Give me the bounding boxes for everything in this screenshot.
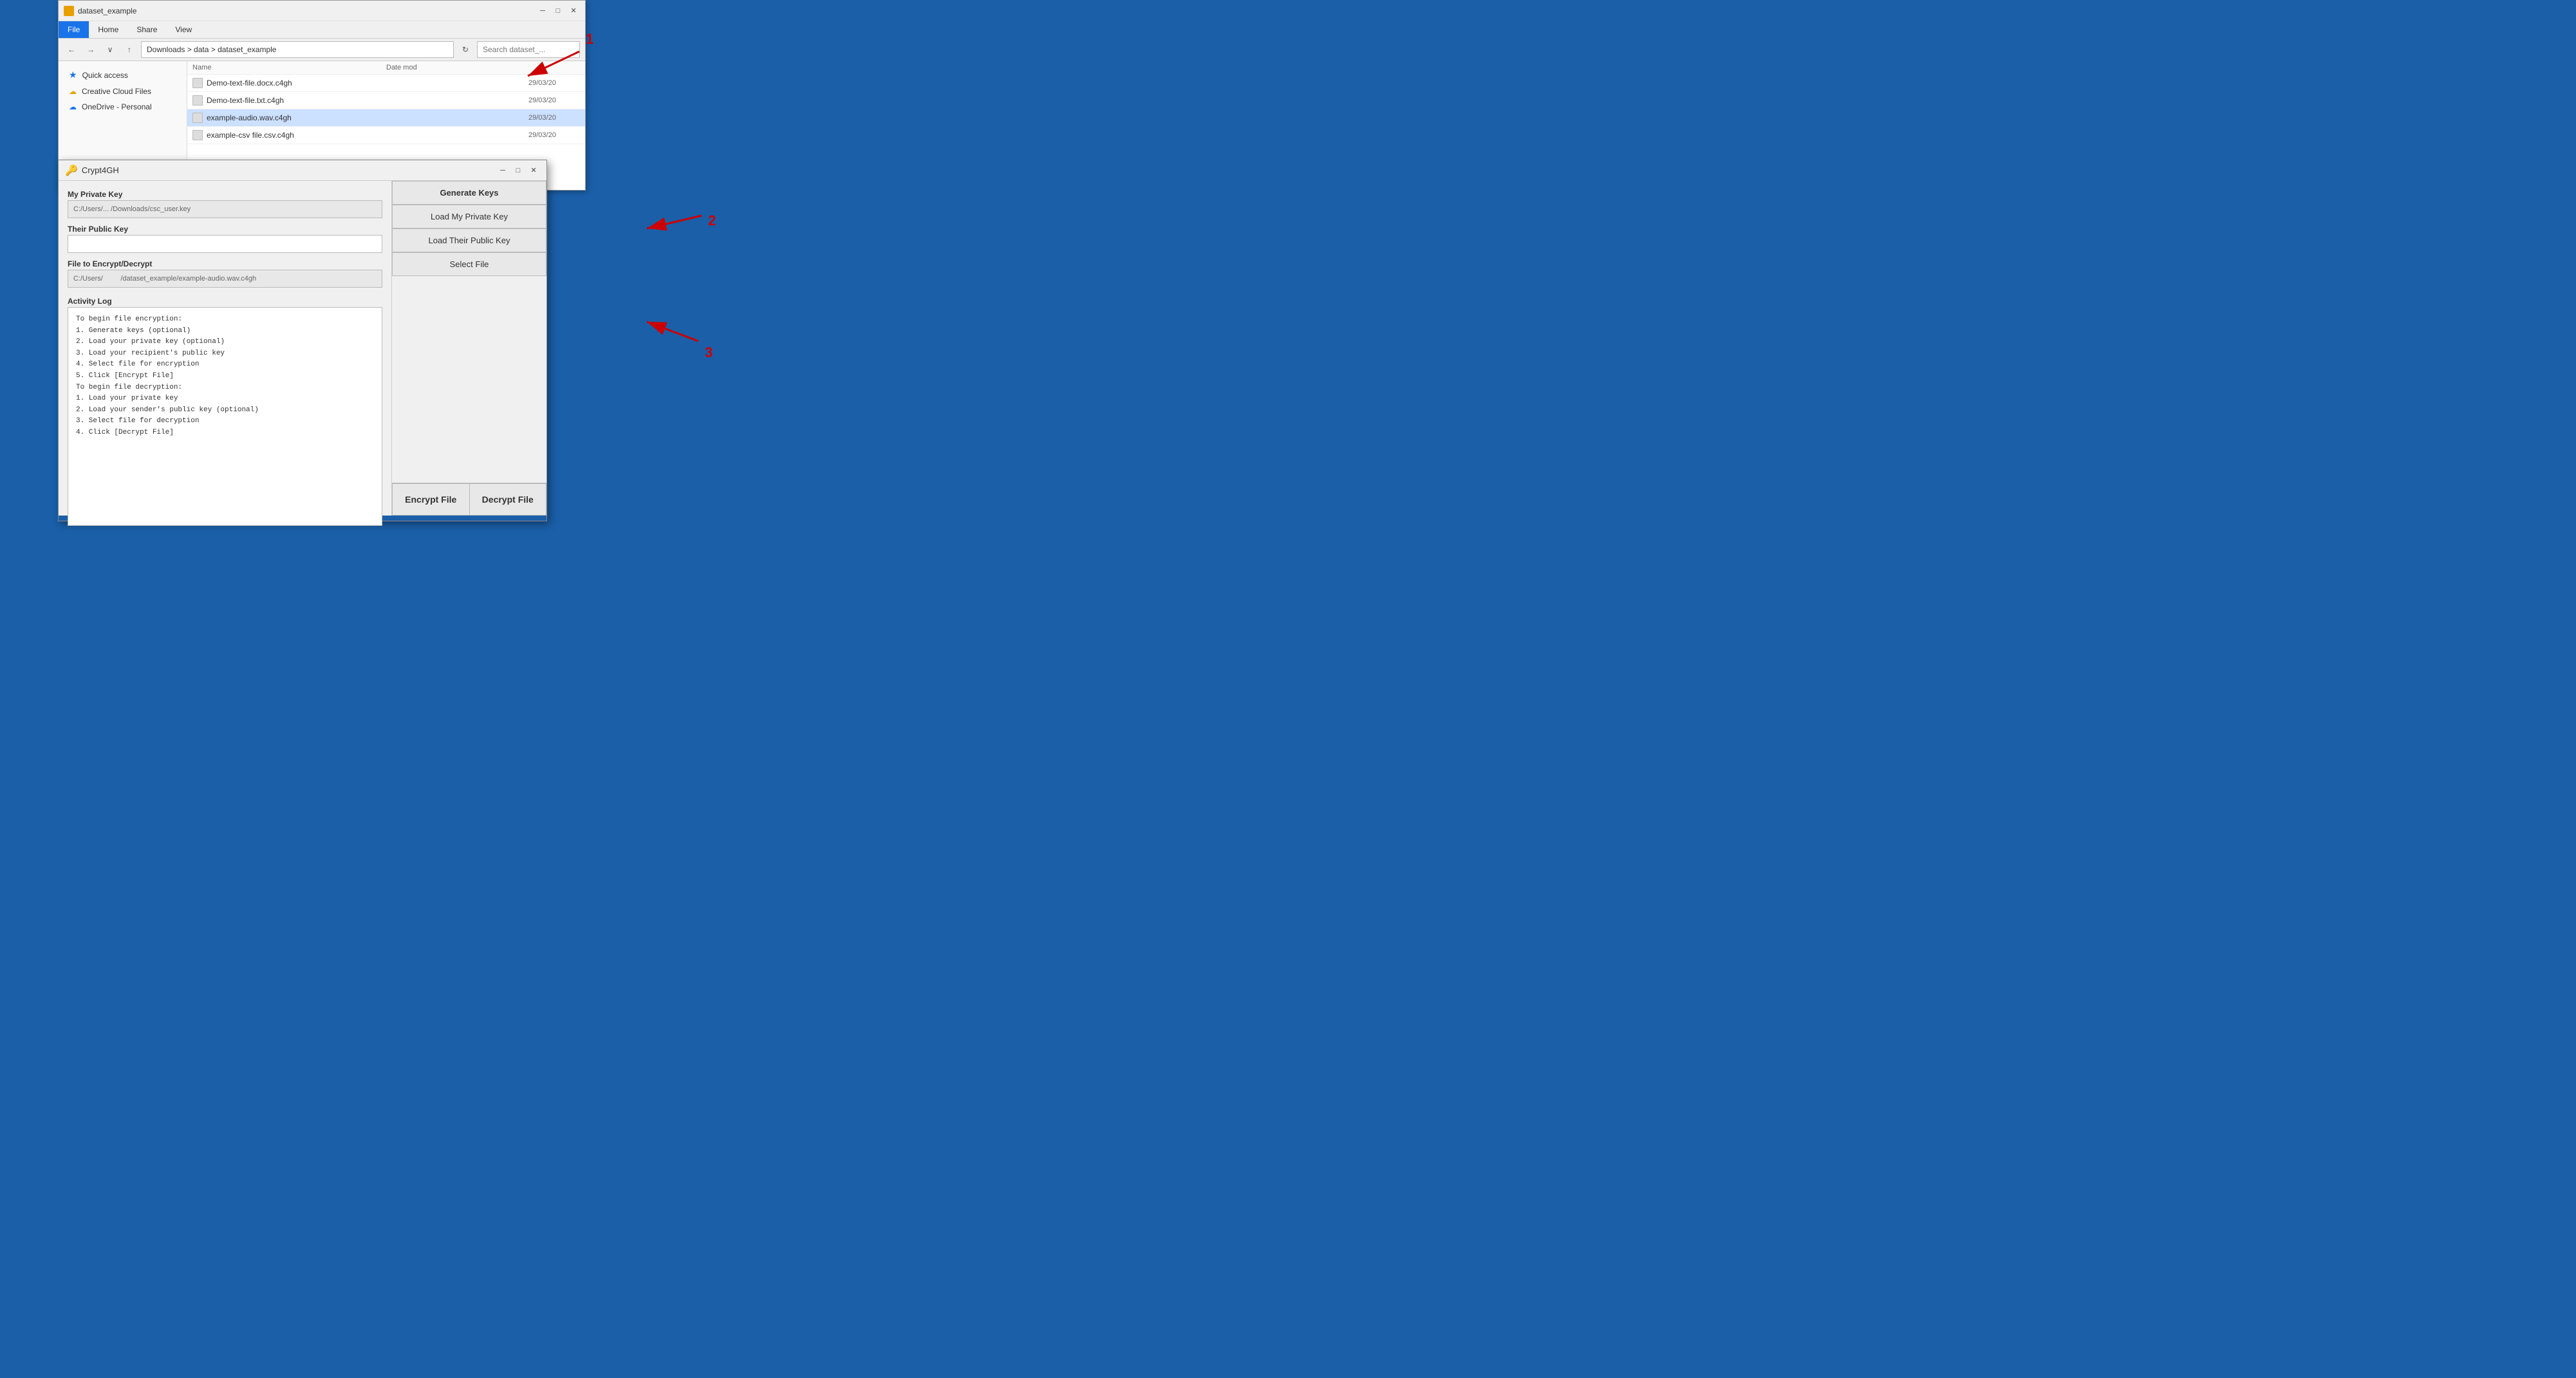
file-icon — [192, 95, 203, 106]
private-key-input[interactable] — [68, 200, 382, 218]
file-item[interactable]: Demo-text-file.docx.c4gh 29/03/20 — [187, 75, 585, 92]
load-private-key-button[interactable]: Load My Private Key — [392, 205, 546, 228]
log-line: To begin file encryption: — [76, 314, 374, 326]
file-date: 29/03/20 — [528, 114, 580, 122]
tab-view[interactable]: View — [166, 21, 201, 38]
cloud-icon: ☁ — [69, 87, 77, 96]
annotation-1: 1 — [586, 31, 593, 47]
log-line: 3. Load your recipient's public key — [76, 348, 374, 360]
crypt-title-bar: 🔑 Crypt4GH ─ □ ✕ — [59, 160, 546, 181]
right-panel-top: Generate Keys Load My Private Key Load T… — [392, 181, 546, 483]
encrypt-decrypt-row: Encrypt File Decrypt File — [392, 483, 546, 516]
explorer-title-bar: dataset_example ─ □ ✕ — [59, 1, 585, 21]
log-line: 2. Load your private key (optional) — [76, 337, 374, 348]
public-key-section: Their Public Key — [68, 225, 382, 253]
maximize-button[interactable]: □ — [552, 5, 565, 17]
tab-home[interactable]: Home — [89, 21, 127, 38]
recent-button[interactable]: ∨ — [102, 42, 118, 57]
crypt-close-button[interactable]: ✕ — [527, 164, 540, 177]
address-bar: ← → ∨ ↑ ↻ — [59, 39, 585, 61]
private-key-section: My Private Key — [68, 190, 382, 218]
file-date: 29/03/20 — [528, 131, 580, 139]
title-bar-left: dataset_example — [64, 6, 136, 16]
explorer-title: dataset_example — [78, 6, 136, 15]
crypt-title: Crypt4GH — [82, 165, 119, 175]
file-name: Demo-text-file.docx.c4gh — [207, 79, 528, 88]
file-name: example-csv file.csv.c4gh — [207, 131, 528, 140]
crypt-maximize-button[interactable]: □ — [512, 164, 525, 177]
public-key-input[interactable] — [68, 235, 382, 253]
public-key-label: Their Public Key — [68, 225, 382, 234]
log-line: 1. Generate keys (optional) — [76, 326, 374, 337]
title-bar-controls: ─ □ ✕ — [536, 5, 580, 17]
star-icon: ★ — [69, 70, 77, 80]
log-line: 3. Select file for decryption — [76, 416, 374, 427]
log-line: 4. Click [Decrypt File] — [76, 427, 374, 439]
refresh-button[interactable]: ↻ — [458, 42, 473, 57]
tab-file[interactable]: File — [59, 21, 89, 38]
private-key-label: My Private Key — [68, 190, 382, 199]
ribbon-tabs: File Home Share View — [59, 21, 585, 38]
file-list-header: Name Date mod — [187, 61, 585, 75]
file-date: 29/03/20 — [528, 97, 580, 104]
crypt-left-panel: My Private Key Their Public Key File to … — [59, 181, 392, 516]
log-line: 4. Select file for encryption — [76, 359, 374, 371]
log-line: 5. Click [Encrypt File] — [76, 371, 374, 382]
log-line: 1. Load your private key — [76, 393, 374, 405]
sidebar-item-label: OneDrive - Personal — [82, 102, 152, 111]
file-date: 29/03/20 — [528, 79, 580, 87]
crypt-minimize-button[interactable]: ─ — [496, 164, 509, 177]
generate-keys-button[interactable]: Generate Keys — [392, 181, 546, 205]
file-item-selected[interactable]: example-audio.wav.c4gh 29/03/20 — [187, 109, 585, 127]
back-button[interactable]: ← — [64, 42, 79, 57]
onedrive-icon: ☁ — [69, 102, 77, 111]
crypt-title-left: 🔑 Crypt4GH — [65, 164, 119, 177]
address-input[interactable] — [141, 41, 454, 58]
search-input[interactable] — [477, 41, 580, 58]
file-item[interactable]: Demo-text-file.txt.c4gh 29/03/20 — [187, 92, 585, 109]
key-icon: 🔑 — [65, 164, 78, 177]
log-line: 2. Load your sender's public key (option… — [76, 405, 374, 416]
crypt-body: My Private Key Their Public Key File to … — [59, 181, 546, 516]
close-button[interactable]: ✕ — [567, 5, 580, 17]
ribbon: File Home Share View — [59, 21, 585, 39]
annotation-2: 2 — [708, 212, 716, 228]
select-file-button[interactable]: Select File — [392, 252, 546, 276]
activity-label: Activity Log — [68, 297, 382, 306]
minimize-button[interactable]: ─ — [536, 5, 549, 17]
file-label: File to Encrypt/Decrypt — [68, 259, 382, 268]
log-line: To begin file decryption: — [76, 382, 374, 394]
file-item[interactable]: example-csv file.csv.c4gh 29/03/20 — [187, 127, 585, 144]
annotation-3: 3 — [705, 344, 713, 360]
folder-icon — [64, 6, 74, 16]
file-icon — [192, 130, 203, 140]
sidebar-item-quick-access[interactable]: ★ Quick access — [59, 66, 187, 84]
sidebar-item-label: Quick access — [82, 71, 128, 80]
tab-share[interactable]: Share — [127, 21, 166, 38]
file-path-input[interactable] — [68, 270, 382, 288]
crypt-right-panel: Generate Keys Load My Private Key Load T… — [392, 181, 546, 516]
load-public-key-button[interactable]: Load Their Public Key — [392, 228, 546, 252]
sidebar-item-label: Creative Cloud Files — [82, 87, 151, 96]
sidebar-item-onedrive[interactable]: ☁ OneDrive - Personal — [59, 99, 187, 115]
file-icon — [192, 78, 203, 88]
sidebar-item-creative-cloud[interactable]: ☁ Creative Cloud Files — [59, 84, 187, 99]
file-icon — [192, 113, 203, 123]
up-button[interactable]: ↑ — [122, 42, 137, 57]
column-date: Date mod — [386, 64, 580, 71]
activity-section: Activity Log To begin file encryption: 1… — [68, 297, 382, 526]
file-section: File to Encrypt/Decrypt — [68, 259, 382, 288]
crypt4gh-dialog: 🔑 Crypt4GH ─ □ ✕ My Private Key Their Pu… — [58, 160, 547, 521]
forward-button[interactable]: → — [83, 42, 98, 57]
crypt-window-controls: ─ □ ✕ — [496, 164, 540, 177]
file-name: example-audio.wav.c4gh — [207, 113, 528, 122]
column-name: Name — [192, 64, 386, 71]
file-name: Demo-text-file.txt.c4gh — [207, 96, 528, 105]
encrypt-file-button[interactable]: Encrypt File — [392, 483, 469, 516]
activity-log: To begin file encryption: 1. Generate ke… — [68, 307, 382, 526]
decrypt-file-button[interactable]: Decrypt File — [469, 483, 547, 516]
